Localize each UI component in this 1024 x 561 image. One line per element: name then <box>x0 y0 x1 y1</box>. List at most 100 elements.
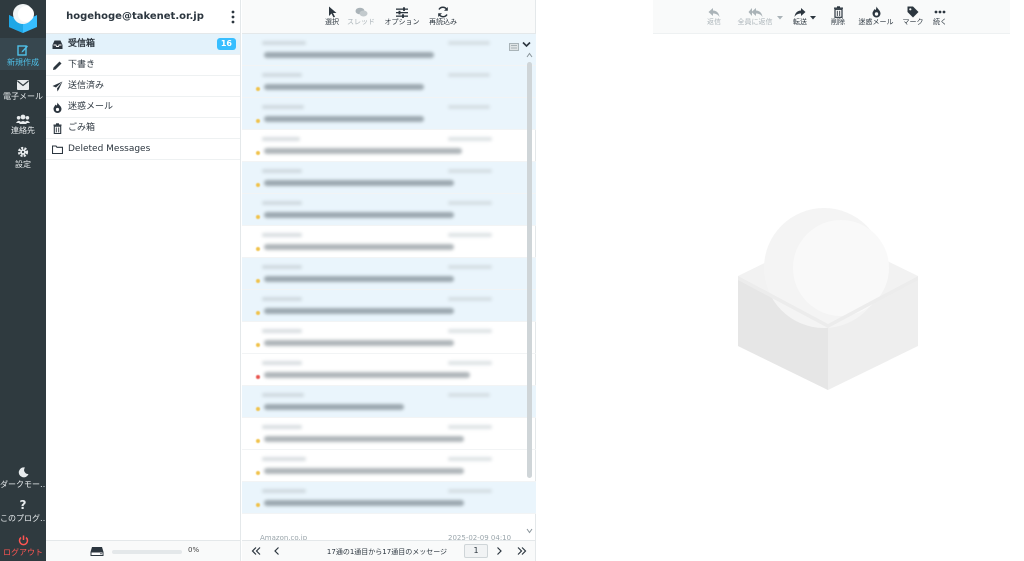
message-list-panel: 選択 スレッド オプション 再読込み Amazon.co.jp 2025-02-… <box>242 0 536 561</box>
folder-list: 受信箱 16 下書き 送信済み 迷惑メール ごみ箱 Deleted Messag… <box>46 34 240 160</box>
prev-page-icon[interactable] <box>272 546 282 556</box>
message-flag-dot[interactable] <box>256 503 260 507</box>
message-flag-dot[interactable] <box>256 279 260 283</box>
folder-sent[interactable]: 送信済み <box>46 76 240 97</box>
nav-mail[interactable]: 電子メール <box>0 72 46 104</box>
refresh-label: 再読込み <box>429 18 457 26</box>
message-row[interactable] <box>242 66 536 98</box>
message-flag-dot[interactable] <box>256 375 260 379</box>
delete-button[interactable]: 削除 <box>825 3 851 28</box>
folder-deleted-messages[interactable]: Deleted Messages <box>46 139 240 160</box>
message-row[interactable] <box>242 482 536 514</box>
contacts-label: 連絡先 <box>11 126 35 135</box>
message-row[interactable] <box>242 386 536 418</box>
spam-button[interactable]: 迷惑メール <box>853 3 899 28</box>
message-row[interactable] <box>242 194 536 226</box>
message-row[interactable] <box>242 354 536 386</box>
blurred-text <box>264 436 464 442</box>
folder-label: 受信箱 <box>68 39 96 49</box>
reply-button[interactable]: 返信 <box>701 3 727 28</box>
message-row[interactable] <box>242 34 536 66</box>
message-flag-dot[interactable] <box>256 311 260 315</box>
blurred-text <box>264 52 434 58</box>
options-button[interactable]: オプション <box>382 3 422 28</box>
blurred-text <box>448 489 492 493</box>
tag-icon <box>900 3 926 18</box>
list-scrollbar[interactable] <box>527 62 532 478</box>
message-toolbar: 返信 全員に返信 転送 削除 迷惑メール マーク 続く <box>653 0 1010 34</box>
question-icon: ? <box>19 498 27 512</box>
reading-pane: 返信 全員に返信 転送 削除 迷惑メール マーク 続く <box>537 0 1024 561</box>
more-button[interactable]: 続く <box>929 3 951 28</box>
nav-settings[interactable]: 設定 <box>0 140 46 172</box>
users-icon <box>0 109 46 125</box>
message-flag-dot[interactable] <box>256 343 260 347</box>
message-row[interactable] <box>242 98 536 130</box>
select-button[interactable]: 選択 <box>321 3 343 28</box>
folder-label: 迷惑メール <box>68 102 114 112</box>
about-button[interactable]: ? このプログ… <box>0 494 46 526</box>
message-flag-dot[interactable] <box>256 407 260 411</box>
dark-mode-toggle[interactable]: ダークモー… <box>0 460 46 492</box>
compose-label: 新規作成 <box>7 58 39 67</box>
last-page-icon[interactable] <box>517 546 527 556</box>
blurred-text <box>448 361 492 365</box>
message-flag-dot[interactable] <box>256 215 260 219</box>
scroll-up-icon[interactable] <box>526 52 533 58</box>
forward-dropdown-icon[interactable] <box>810 16 816 20</box>
message-flag-dot[interactable] <box>256 183 260 187</box>
logout-label: ログアウト <box>3 548 43 557</box>
message-flag-dot[interactable] <box>256 439 260 443</box>
first-page-icon[interactable] <box>251 546 261 556</box>
scroll-down-icon[interactable] <box>526 528 533 534</box>
message-row[interactable] <box>242 130 536 162</box>
main-nav: 新規作成 電子メール 連絡先 設定 ダークモー… ? このプログ… ログアウト <box>0 0 46 561</box>
message-flag-dot[interactable] <box>256 119 260 123</box>
folder-label: ごみ箱 <box>68 123 96 133</box>
account-menu-icon[interactable] <box>230 9 236 25</box>
folder-inbox[interactable]: 受信箱 16 <box>46 34 240 55</box>
ellipsis-icon <box>929 3 951 17</box>
moon-icon <box>0 463 46 479</box>
thread-button[interactable]: スレッド <box>346 3 376 28</box>
blurred-text <box>262 105 304 109</box>
blurred-text <box>264 308 454 314</box>
reply-all-button[interactable]: 全員に返信 <box>733 3 777 28</box>
message-row[interactable] <box>242 258 536 290</box>
blurred-text <box>262 137 300 141</box>
nav-contacts[interactable]: 連絡先 <box>0 106 46 138</box>
mark-button[interactable]: マーク <box>900 3 926 28</box>
refresh-button[interactable]: 再読込み <box>427 3 459 28</box>
list-toolbar: 選択 スレッド オプション 再読込み <box>242 0 535 34</box>
unread-count-badge: 16 <box>216 38 236 50</box>
next-page-icon[interactable] <box>494 546 504 556</box>
dark-mode-label: ダークモー… <box>0 480 46 489</box>
chevron-down-icon[interactable] <box>522 41 531 48</box>
list-footer: 17通の1通目から17通目のメッセージ 1 <box>242 540 535 561</box>
folder-spam[interactable]: 迷惑メール <box>46 97 240 118</box>
message-row[interactable] <box>242 162 536 194</box>
select-all-icon[interactable] <box>509 43 519 51</box>
message-flag-dot[interactable] <box>256 471 260 475</box>
compose-icon <box>0 41 46 57</box>
envelope-icon <box>0 75 46 91</box>
blurred-text <box>262 361 302 365</box>
message-row[interactable] <box>242 322 536 354</box>
message-flag-dot[interactable] <box>256 87 260 91</box>
folder-drafts[interactable]: 下書き <box>46 55 240 76</box>
blurred-text <box>262 169 302 173</box>
reply-all-dropdown-icon[interactable] <box>777 16 783 20</box>
folder-trash[interactable]: ごみ箱 <box>46 118 240 139</box>
message-row[interactable] <box>242 418 536 450</box>
logout-button[interactable]: ログアウト <box>0 528 46 560</box>
message-flag-dot[interactable] <box>256 151 260 155</box>
page-number-input[interactable]: 1 <box>464 544 488 558</box>
compose-button[interactable]: 新規作成 <box>0 38 46 70</box>
message-row[interactable] <box>242 450 536 482</box>
message-row[interactable] <box>242 290 536 322</box>
blurred-text <box>262 41 306 45</box>
reply-icon <box>701 3 727 17</box>
message-flag-dot[interactable] <box>256 247 260 251</box>
message-row[interactable] <box>242 226 536 258</box>
blurred-text <box>448 297 492 301</box>
